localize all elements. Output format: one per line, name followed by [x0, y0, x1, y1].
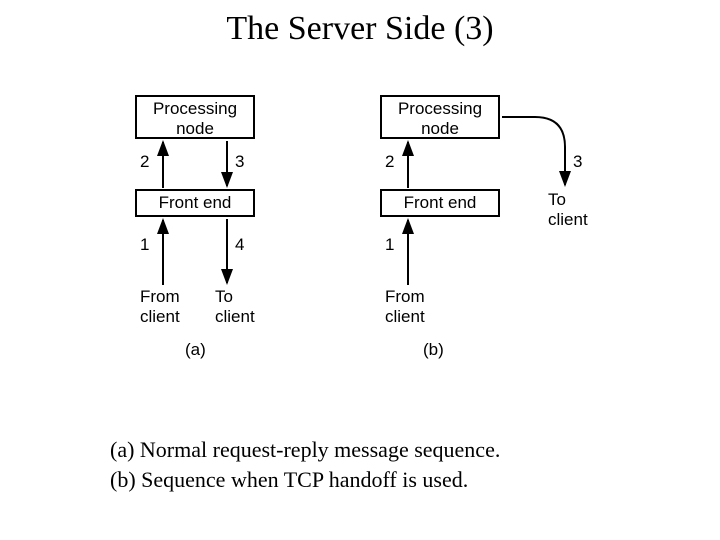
slide-title: The Server Side (3): [0, 10, 720, 48]
diagram-container: Processing node Front end 2 3 1 4 From c…: [105, 85, 645, 375]
b-arrow-3: [502, 117, 565, 185]
caption-line-a: (a) Normal request-reply message sequenc…: [110, 435, 500, 465]
caption-line-b: (b) Sequence when TCP handoff is used.: [110, 465, 500, 495]
arrows-svg: [105, 85, 645, 375]
caption: (a) Normal request-reply message sequenc…: [110, 435, 500, 494]
